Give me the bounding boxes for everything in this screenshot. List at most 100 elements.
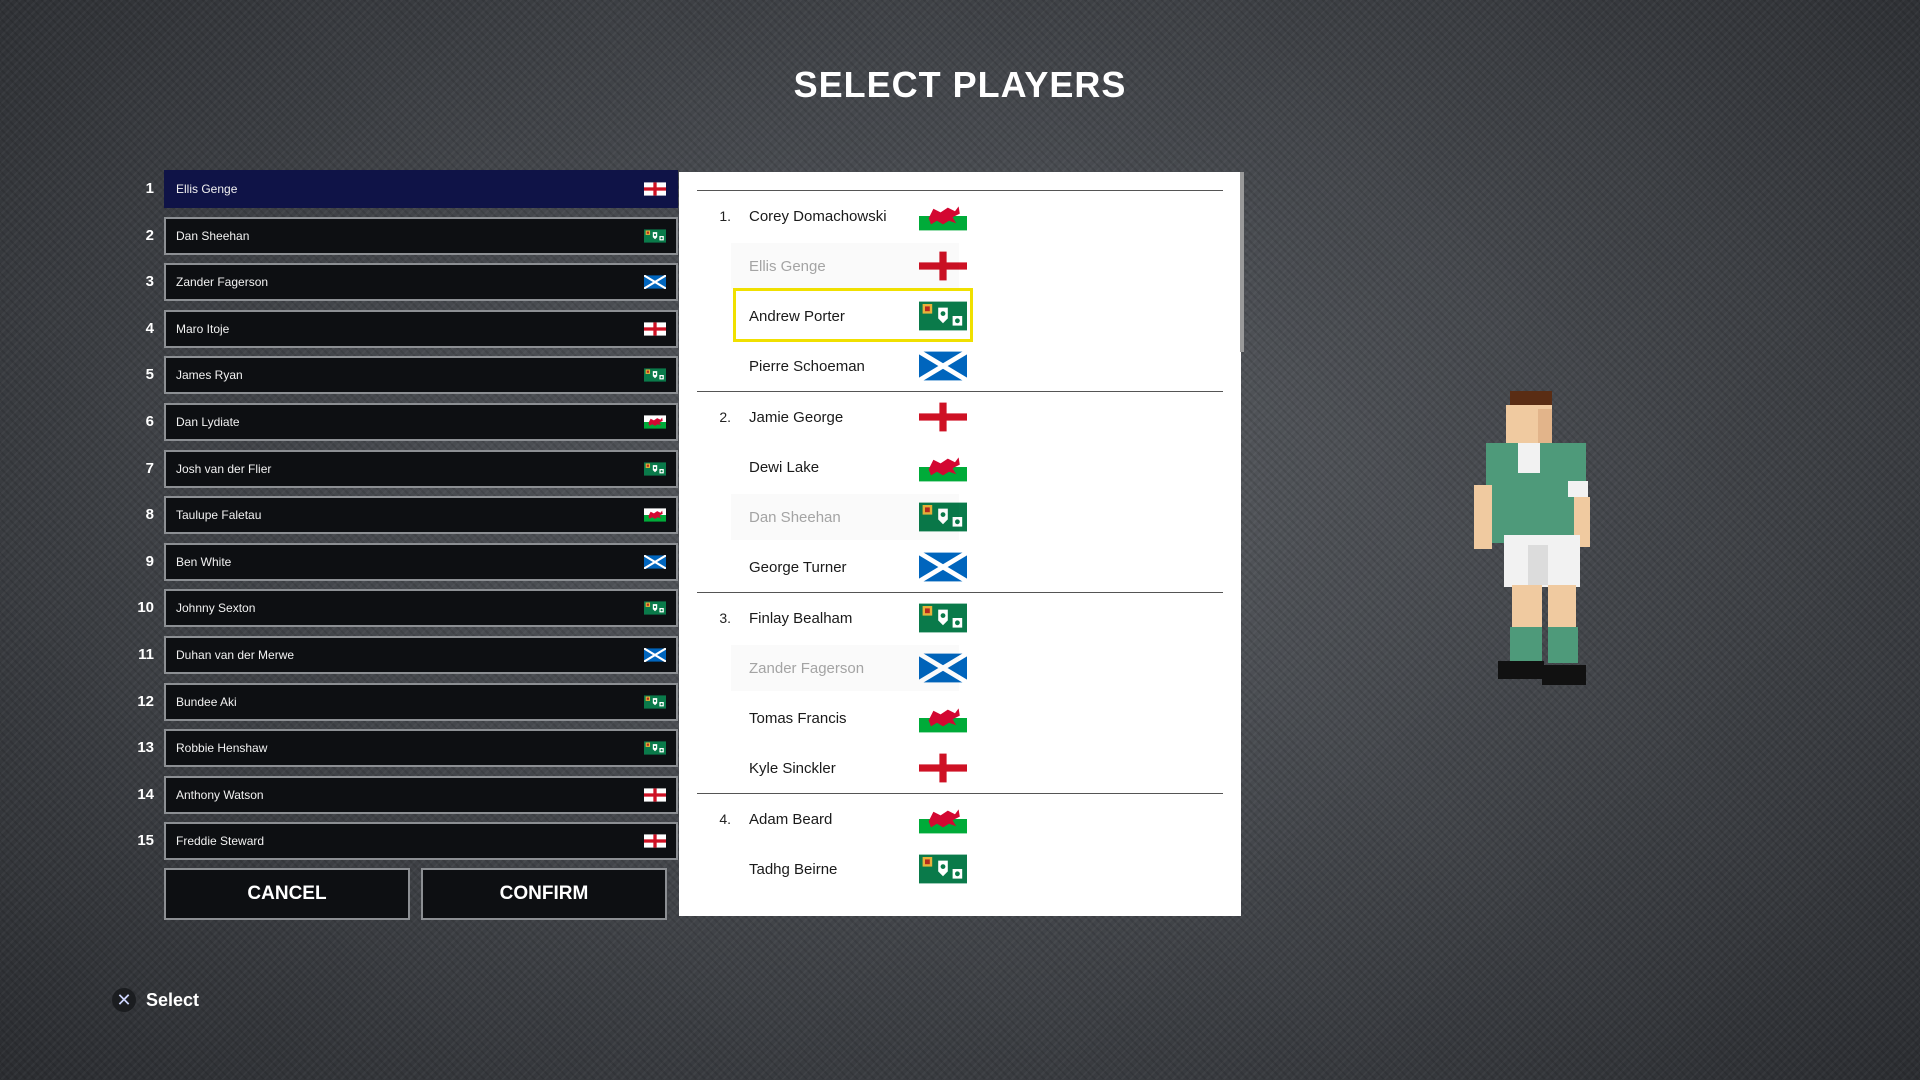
squad-row: 3 Zander Fagerson — [134, 263, 678, 310]
squad-slot[interactable]: Ben White — [164, 542, 678, 581]
squad-player-name: James Ryan — [176, 368, 243, 383]
squad-slot[interactable]: Bundee Aki — [164, 682, 678, 721]
squad-slot[interactable]: Anthony Watson — [164, 775, 678, 814]
squad-player-name: Freddie Steward — [176, 834, 265, 849]
player-option-name: Pierre Schoeman — [749, 357, 865, 375]
cross-button-icon: ✕ — [112, 988, 136, 1012]
squad-position-number: 7 — [145, 459, 154, 477]
ireland-flag-icon — [644, 694, 666, 709]
player-option[interactable]: Kyle Sinckler — [697, 743, 1223, 793]
england-flag-icon — [919, 402, 967, 432]
squad-row: 2 Dan Sheehan — [134, 216, 678, 264]
player-option[interactable]: 4. Adam Beard — [697, 794, 1223, 844]
england-flag-icon — [644, 834, 666, 848]
squad-position-number: 14 — [137, 785, 154, 803]
squad-row: 1 Ellis Genge — [134, 170, 678, 217]
player-option[interactable]: 2. Jamie George — [697, 392, 1223, 442]
position-group: 4. Adam Beard Tadhg Beirne — [697, 793, 1223, 894]
scotland-flag-icon — [643, 647, 667, 663]
ireland-flag-icon — [919, 502, 967, 532]
ireland-flag-icon — [644, 461, 666, 476]
wales-flag-icon — [919, 703, 967, 733]
squad-player-name: Taulupe Faletau — [176, 508, 262, 523]
squad-player-name: Robbie Henshaw — [176, 741, 268, 756]
england-flag-icon — [644, 182, 666, 196]
player-option[interactable]: 3. Finlay Bealham — [697, 593, 1223, 643]
player-option[interactable]: Zander Fagerson — [697, 643, 1223, 693]
player-option-name: Ellis Genge — [749, 257, 826, 275]
squad-player-name: Ellis Genge — [176, 182, 238, 196]
hint-label: Select — [146, 989, 200, 1010]
player-option[interactable]: 1. Corey Domachowski — [697, 191, 1223, 241]
squad-position-number: 5 — [145, 366, 154, 384]
scotland-flag-icon — [643, 554, 667, 570]
squad-position-number: 11 — [138, 645, 154, 663]
player-options-panel[interactable]: 1. Corey Domachowski Ellis Genge Andrew Por… — [679, 172, 1241, 916]
squad-player-name: Dan Lydiate — [176, 414, 240, 429]
panel-scrollbar[interactable] — [1240, 172, 1244, 352]
squad-position-number: 6 — [145, 412, 154, 430]
squad-slot[interactable]: Robbie Henshaw — [164, 729, 678, 768]
squad-player-name: Josh van der Flier — [176, 461, 272, 476]
squad-row: 5 James Ryan — [134, 356, 678, 403]
player-option[interactable]: Ellis Genge — [697, 241, 1223, 291]
squad-slot[interactable]: Johnny Sexton — [164, 589, 678, 628]
england-flag-icon — [644, 322, 666, 336]
player-option-name: Dan Sheehan — [749, 508, 841, 526]
ireland-flag-icon — [919, 603, 967, 633]
squad-position-number: 10 — [137, 599, 154, 617]
squad-slot[interactable]: Josh van der Flier — [164, 449, 678, 488]
squad-slot[interactable]: Duhan van der Merwe — [164, 635, 678, 674]
squad-slot[interactable]: Dan Lydiate — [164, 402, 678, 441]
squad-slot[interactable]: James Ryan — [164, 356, 678, 395]
scotland-flag-icon — [917, 349, 969, 383]
player-option[interactable]: Dewi Lake — [697, 442, 1223, 492]
squad-row: 7 Josh van der Flier — [134, 449, 678, 497]
squad-row: 12 Bundee Aki — [134, 682, 678, 730]
squad-list: 1 Ellis Genge 2 Dan Sheehan 3 Zander Fagerson… — [134, 170, 678, 869]
player-option[interactable]: Pierre Schoeman — [697, 341, 1223, 391]
player-option[interactable]: Tomas Francis — [697, 693, 1223, 743]
position-number: 1. — [719, 208, 731, 224]
england-flag-icon — [644, 788, 666, 802]
ireland-flag-icon — [644, 741, 666, 755]
squad-slot[interactable]: Maro Itoje — [164, 309, 678, 348]
cancel-button[interactable]: CANCEL — [164, 868, 410, 920]
squad-position-number: 4 — [145, 319, 154, 337]
squad-row: 13 Robbie Henshaw — [134, 729, 678, 776]
squad-player-name: Johnny Sexton — [176, 601, 256, 616]
ireland-flag-icon — [919, 854, 967, 884]
confirm-button[interactable]: CONFIRM — [421, 868, 667, 920]
squad-slot[interactable]: Ellis Genge — [164, 170, 678, 208]
player-option[interactable]: Andrew Porter — [697, 288, 1223, 342]
player-option-name: Jamie George — [749, 408, 844, 426]
squad-slot[interactable]: Zander Fagerson — [164, 263, 678, 302]
squad-player-name: Ben White — [176, 554, 232, 569]
squad-slot[interactable]: Dan Sheehan — [164, 216, 678, 255]
player-option-name: Zander Fagerson — [749, 659, 865, 677]
squad-position-number: 13 — [137, 739, 154, 757]
position-group: 1. Corey Domachowski Ellis Genge Andrew Por… — [697, 190, 1223, 391]
squad-row: 11 Duhan van der Merwe — [134, 635, 678, 683]
control-hint: ✕ Select — [112, 988, 199, 1012]
squad-player-name: Maro Itoje — [176, 321, 230, 336]
england-flag-icon — [919, 753, 967, 783]
wales-flag-icon — [644, 508, 666, 522]
player-option-name: Adam Beard — [749, 810, 833, 828]
squad-player-name: Duhan van der Merwe — [176, 647, 295, 662]
player-option-name: Tomas Francis — [749, 709, 847, 727]
wales-flag-icon — [644, 415, 666, 429]
player-option[interactable]: George Turner — [697, 542, 1223, 592]
squad-row: 4 Maro Itoje — [134, 309, 678, 357]
wales-flag-icon — [919, 201, 967, 231]
squad-slot[interactable]: Taulupe Faletau — [164, 496, 678, 535]
player-option[interactable]: Tadhg Beirne — [697, 844, 1223, 894]
player-option[interactable]: Dan Sheehan — [697, 492, 1223, 542]
ireland-flag-icon — [644, 368, 666, 382]
squad-position-number: 2 — [145, 226, 154, 244]
squad-position-number: 9 — [145, 552, 154, 570]
squad-slot[interactable]: Freddie Steward — [164, 822, 678, 861]
player-option-name: Dewi Lake — [749, 458, 820, 476]
squad-position-number: 3 — [145, 273, 154, 291]
player-sprite — [1468, 385, 1608, 710]
